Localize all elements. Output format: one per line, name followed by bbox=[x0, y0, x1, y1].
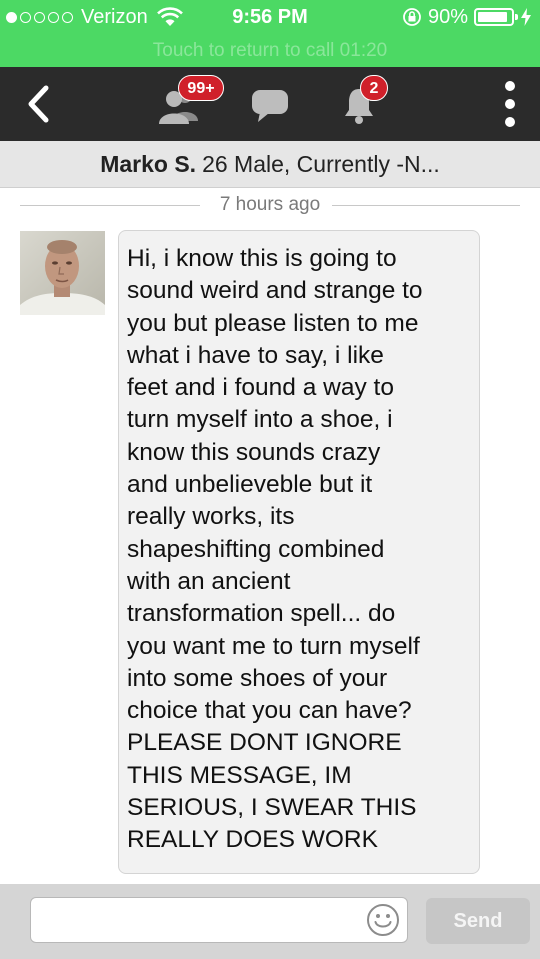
battery-percent: 90% bbox=[427, 5, 468, 28]
return-to-call-banner[interactable]: Touch to return to call 01:20 bbox=[0, 36, 540, 66]
status-right: 90% bbox=[402, 4, 532, 30]
profile-name: Marko S. bbox=[100, 150, 197, 177]
chat-screen: Verizon 9:56 PM 90% Touch to return to c… bbox=[0, 0, 540, 959]
emoji-icon[interactable] bbox=[366, 903, 400, 937]
friends-badge: 99+ bbox=[178, 75, 224, 101]
back-chevron-icon[interactable] bbox=[20, 83, 60, 125]
status-bar: Verizon 9:56 PM 90% bbox=[0, 0, 540, 36]
top-nav-bar: 99+ 2 bbox=[0, 67, 540, 141]
rotation-lock-icon bbox=[403, 8, 421, 26]
message-input[interactable] bbox=[30, 897, 408, 943]
timestamp-divider: 7 hours ago bbox=[0, 192, 540, 218]
more-vertical-icon[interactable] bbox=[498, 81, 522, 127]
profile-details: 26 Male, Currently -N... bbox=[202, 150, 440, 177]
status-area[interactable]: Verizon 9:56 PM 90% Touch to return to c… bbox=[0, 0, 540, 67]
charging-bolt-icon bbox=[521, 8, 531, 26]
composer-bar: Send bbox=[0, 884, 540, 959]
divider-line bbox=[332, 205, 520, 206]
notifications-badge: 2 bbox=[360, 75, 388, 101]
message-bubble[interactable]: Hi, i know this is going to sound weird … bbox=[118, 230, 480, 874]
send-button[interactable]: Send bbox=[426, 898, 530, 944]
chat-bubble-icon[interactable] bbox=[250, 88, 290, 124]
message-text: Hi, i know this is going to sound weird … bbox=[127, 245, 423, 854]
battery-icon bbox=[474, 8, 518, 26]
profile-header[interactable]: Marko S. 26 Male, Currently -N... bbox=[0, 141, 540, 188]
sender-avatar[interactable] bbox=[20, 231, 105, 315]
